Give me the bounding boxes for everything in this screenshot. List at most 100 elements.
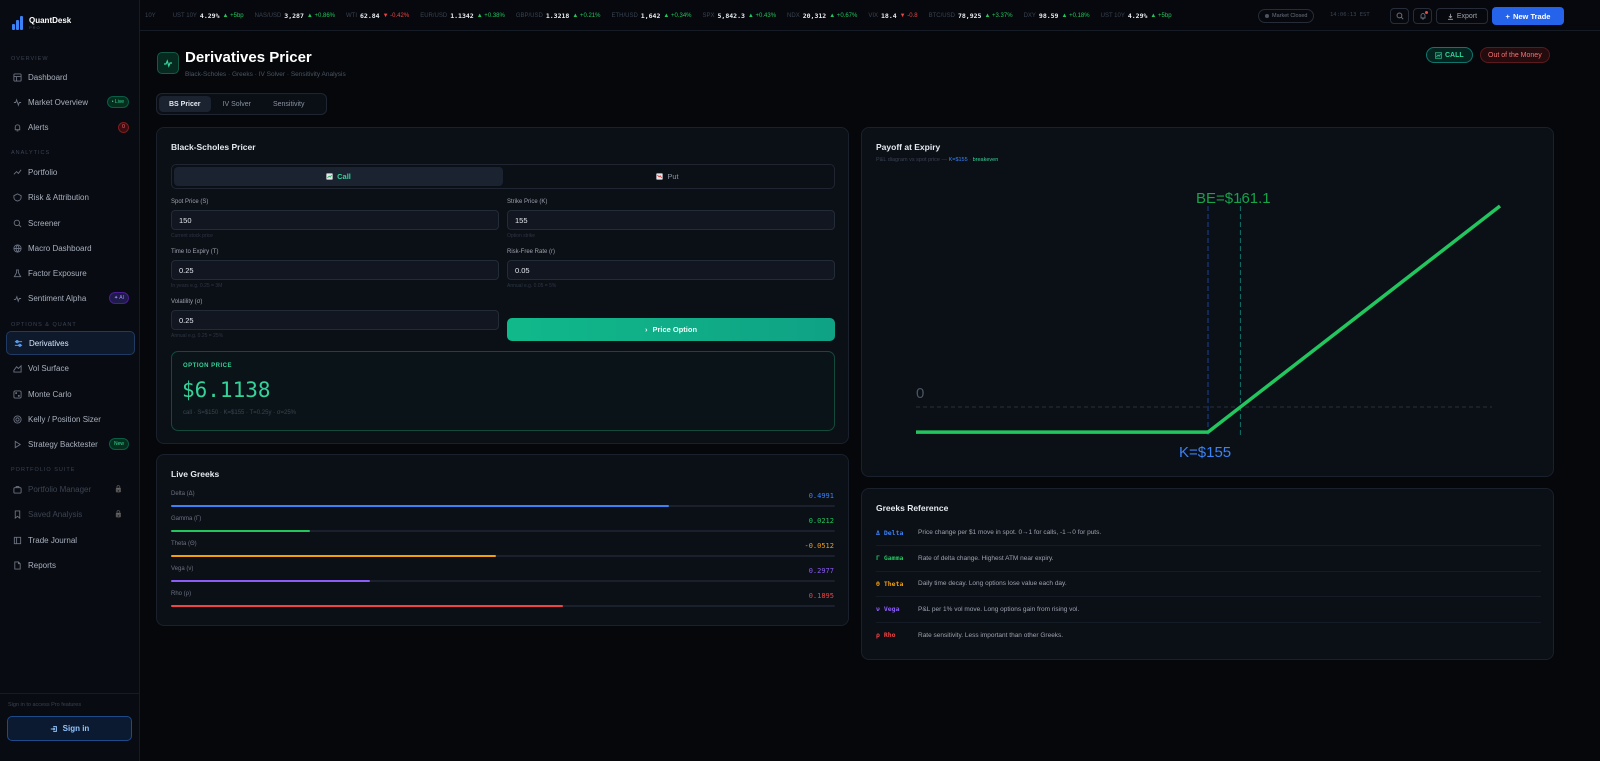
tab-iv-solver[interactable]: IV Solver (213, 96, 261, 112)
ticker-item[interactable]: NDX 20,312 ▲ +0.67% (787, 12, 857, 20)
sidebar-item-risk-attribution[interactable]: Risk & Attribution (6, 185, 135, 209)
reference-row: Γ Gamma Rate of delta change. Highest ATM… (876, 546, 1541, 572)
ticker-item[interactable]: WTI 62.84 ▼ -0.42% (346, 12, 409, 20)
sidebar-item-macro-dashboard[interactable]: Macro Dashboard (6, 236, 135, 260)
option-type-toggle: Call Put (171, 164, 835, 189)
ticker-item[interactable]: DXY 98.59 ▲ +0.18% (1024, 12, 1090, 20)
market-status: Market Closed (1258, 9, 1315, 23)
call-badge-label: CALL (1445, 51, 1464, 59)
globe-icon (13, 243, 22, 253)
reference-row: ν Vega P&L per 1% vol move. Long options … (876, 597, 1541, 623)
ticker-change: ▲ +0.86% (306, 12, 335, 19)
sidebar-item-alerts[interactable]: Alerts 0 (6, 115, 135, 139)
brand-logo[interactable]: QuantDesk PRO (12, 16, 71, 30)
sidebar-item-trade-journal[interactable]: Trade Journal (6, 528, 135, 552)
greeks-reference-title: Greeks Reference (876, 503, 949, 513)
reference-symbol: Δ Delta (876, 528, 904, 537)
export-button[interactable]: Export (1436, 8, 1488, 24)
ticker-item[interactable]: EUR/USD 1.1342 ▲ +0.38% (420, 12, 505, 20)
section-analytics: ANALYTICS (11, 150, 51, 156)
tab-sensitivity[interactable]: Sensitivity (263, 96, 315, 112)
bs-pricer-card: Black-Scholes Pricer Call Put Spot Price… (156, 127, 849, 444)
section-suite: PORTFOLIO SUITE (11, 467, 76, 473)
rate-hint: Annual e.g. 0.05 = 5% (507, 283, 557, 289)
ticker-price: 3,287 (284, 11, 304, 20)
ticker-item[interactable]: BTC/USD 78,925 ▲ +3.37% (929, 12, 1013, 20)
ticker-symbol: 10Y (145, 12, 156, 19)
ticker-item[interactable]: ETH/USD 1,642 ▲ +0.34% (611, 12, 691, 20)
call-toggle[interactable]: Call (174, 167, 503, 186)
sidebar-item-sentiment-alpha[interactable]: Sentiment Alpha ✦ AI (6, 286, 135, 310)
reference-description: Daily time decay. Long options lose valu… (918, 580, 1067, 587)
sidebar-item-monte-carlo[interactable]: Monte Carlo (6, 382, 135, 406)
logo-bars-icon (12, 16, 24, 30)
status-badge: ✦ AI (108, 292, 129, 304)
sidebar-item-reports[interactable]: Reports (6, 553, 135, 577)
ticker-symbol: NDX (787, 12, 800, 19)
book-icon (13, 536, 22, 545)
tab-bs-pricer[interactable]: BS Pricer (159, 96, 211, 112)
sidebar-item-portfolio[interactable]: Portfolio (6, 160, 135, 184)
greek-bar-fill (171, 505, 669, 507)
ticker-item[interactable]: UST 10Y 4.29% ▲ +5bp (173, 12, 244, 20)
sidebar-item-kelly-position-sizer[interactable]: Kelly / Position Sizer (6, 407, 135, 431)
sidebar-item-label: Saved Analysis (28, 509, 83, 519)
search-button[interactable] (1390, 8, 1409, 24)
sidebar-item-vol-surface[interactable]: Vol Surface (6, 356, 135, 380)
sidebar-item-label: Sentiment Alpha (28, 293, 87, 303)
sidebar-item-market-overview[interactable]: Market Overview • Live (6, 90, 135, 114)
sidebar-item-dashboard[interactable]: Dashboard (6, 65, 135, 89)
greek-bar-track (171, 530, 835, 532)
ticker-price: 1,642 (640, 11, 661, 20)
spot-input[interactable]: 150 (171, 210, 499, 230)
signin-button[interactable]: Sign in (7, 716, 132, 741)
reference-symbol: Θ Theta (876, 579, 904, 588)
page-title: Derivatives Pricer (185, 49, 312, 66)
topbar: 10Y UST 10Y 4.29% ▲ +5bp NAS/USD 3,287 ▲ +0.86… (140, 0, 1600, 31)
ticker-item[interactable]: SPX 5,842.3 ▲ +0.43% (703, 12, 777, 20)
greeks-reference-card: Greeks Reference Δ Delta Price change per… (861, 488, 1554, 660)
expiry-hint: In years e.g. 0.25 = 3M (171, 283, 223, 289)
vol-label: Volatility (σ) (171, 299, 203, 305)
strike-input[interactable]: 155 (507, 210, 835, 230)
ticker-symbol: GBP/USD (515, 12, 543, 19)
price-option-button[interactable]: › Price Option (507, 318, 835, 341)
sidebar-item-derivatives[interactable]: Derivatives (6, 331, 135, 355)
ticker-change: ▲ +0.43% (747, 12, 777, 19)
sidebar-item-label: Macro Dashboard (28, 243, 92, 253)
reference-row: ρ Rho Rate sensitivity. Less important th… (876, 622, 1541, 648)
ticker-symbol: WTI (346, 12, 357, 19)
ticker-item[interactable]: 10Y (145, 13, 162, 19)
sidebar-item-label: Screener (28, 218, 61, 228)
reference-row: Θ Theta Daily time decay. Long options lo… (876, 571, 1541, 597)
ticker-item[interactable]: VIX 18.4 ▼ -0.8 (868, 12, 917, 20)
moneyness-badge: Out of the Money (1480, 47, 1550, 63)
greek-bar-track (171, 505, 835, 507)
sidebar-item-saved-analysis[interactable]: Saved Analysis 🔒 (6, 502, 135, 526)
sidebar-item-portfolio-manager[interactable]: Portfolio Manager 🔒 (6, 477, 135, 501)
new-trade-button[interactable]: + New Trade (1492, 7, 1564, 25)
sidebar-item-strategy-backtester[interactable]: Strategy Backtester New (6, 432, 135, 456)
lock-icon: 🔒 (114, 511, 123, 518)
sidebar-item-label: Alerts (28, 122, 49, 132)
sidebar-item-label: Portfolio (28, 167, 58, 177)
rate-input[interactable]: 0.05 (507, 260, 835, 280)
activity-icon (13, 97, 22, 107)
notifications-button[interactable] (1413, 8, 1432, 24)
reference-row: Δ Delta Price change per $1 move in spot.… (876, 520, 1541, 546)
live-greeks-title: Live Greeks (171, 469, 220, 479)
ticker-item[interactable]: GBP/USD 1.3218 ▲ +0.21% (516, 12, 601, 20)
ticker-item[interactable]: NAS/USD 3,287 ▲ +0.86% (255, 12, 335, 20)
sidebar-item-factor-exposure[interactable]: Factor Exposure (6, 261, 135, 285)
expiry-input[interactable]: 0.25 (171, 260, 499, 280)
vol-input[interactable]: 0.25 (171, 310, 499, 330)
ticker-symbol: UST 10Y (172, 12, 197, 19)
live-greeks-card: Live Greeks Delta (Δ) 0.4991 Gamma (Γ) 0.02… (156, 454, 849, 626)
ticker-item[interactable]: UST 10Y 4.29% ▲ +5bp (1101, 12, 1172, 20)
sidebar-item-screener[interactable]: Screener (6, 211, 135, 235)
ticker-price: 5,842.3 (717, 11, 745, 20)
put-toggle[interactable]: Put (503, 167, 832, 186)
chart-up-icon (326, 173, 333, 180)
chart-down-icon (656, 173, 664, 180)
bell-icon (13, 123, 22, 132)
